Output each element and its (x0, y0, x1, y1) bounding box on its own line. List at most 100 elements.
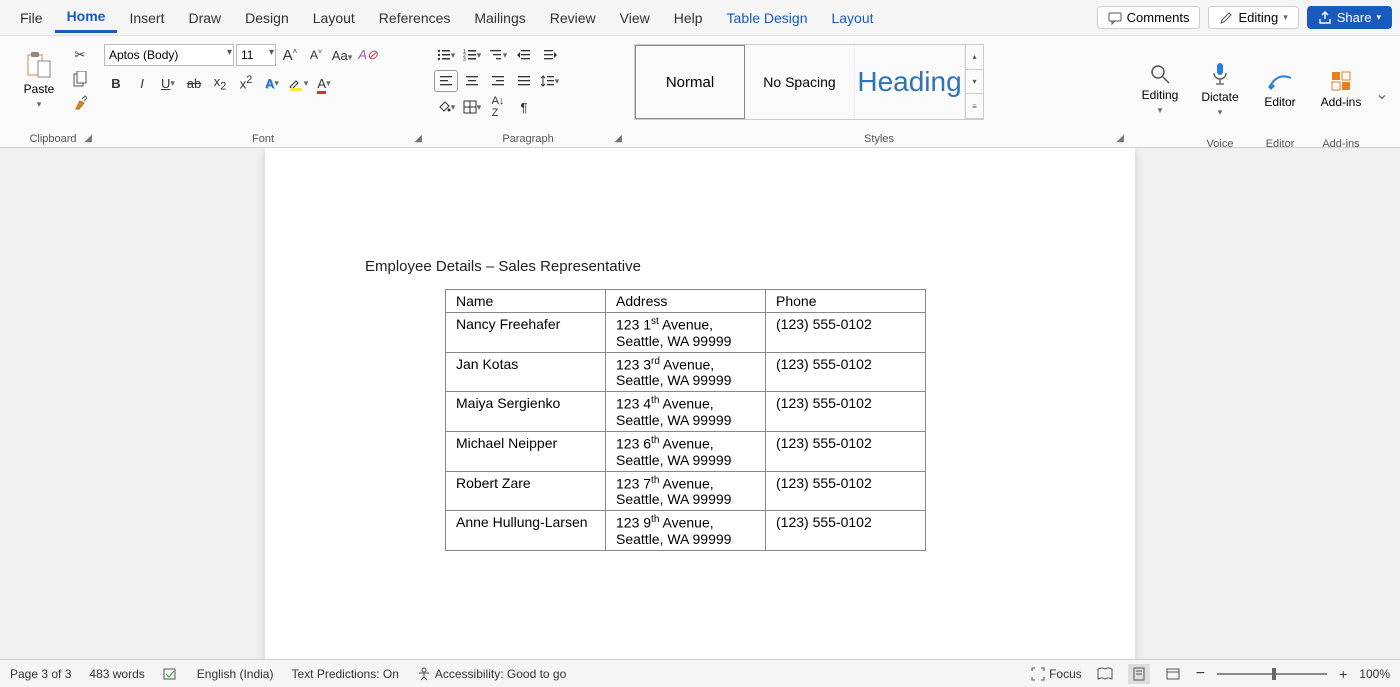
underline-button[interactable]: U▾ (156, 72, 180, 94)
increase-font-button[interactable]: A˄ (278, 44, 302, 66)
tab-layout-table[interactable]: Layout (819, 4, 885, 32)
collapse-ribbon-button[interactable]: ⌄ (1372, 84, 1392, 104)
gallery-up[interactable]: ▴ (966, 45, 983, 70)
cell-address[interactable]: 123 4th Avenue,Seattle, WA 99999 (606, 392, 766, 432)
word-count[interactable]: 483 words (89, 667, 144, 681)
editing-button[interactable]: Editing ▾ (1136, 44, 1184, 134)
tab-table-design[interactable]: Table Design (715, 4, 820, 32)
cell-address[interactable]: 123 7th Avenue,Seattle, WA 99999 (606, 471, 766, 511)
zoom-thumb[interactable] (1272, 668, 1276, 680)
tab-home[interactable]: Home (55, 2, 118, 33)
editing-mode-button[interactable]: Editing ▾ (1208, 6, 1298, 29)
cell-phone[interactable]: (123) 555-0102 (766, 511, 926, 551)
tab-mailings[interactable]: Mailings (462, 4, 537, 32)
italic-button[interactable]: I (130, 72, 154, 94)
document-area[interactable]: Employee Details – Sales Representative … (0, 148, 1400, 659)
dictate-button[interactable]: Dictate ▾ (1196, 44, 1244, 134)
superscript-button[interactable]: x2 (234, 72, 258, 94)
editor-button[interactable]: Editor (1256, 44, 1304, 134)
cell-address[interactable]: 123 1st Avenue,Seattle, WA 99999 (606, 313, 766, 353)
styles-launcher[interactable]: ◢ (1116, 133, 1124, 144)
tab-file[interactable]: File (8, 4, 55, 32)
text-predictions-indicator[interactable]: Text Predictions: On (291, 667, 398, 681)
cell-phone[interactable]: (123) 555-0102 (766, 352, 926, 392)
tab-references[interactable]: References (367, 4, 463, 32)
cell-phone[interactable]: (123) 555-0102 (766, 392, 926, 432)
font-name-input[interactable] (104, 44, 234, 66)
employee-table[interactable]: Name Address Phone Nancy Freehafer123 1s… (445, 289, 926, 551)
web-layout-button[interactable] (1162, 664, 1184, 684)
cell-address[interactable]: 123 6th Avenue,Seattle, WA 99999 (606, 431, 766, 471)
read-mode-button[interactable] (1094, 664, 1116, 684)
comments-button[interactable]: Comments (1097, 6, 1201, 29)
increase-indent-button[interactable] (538, 44, 562, 66)
show-marks-button[interactable]: ¶ (512, 96, 536, 118)
header-address[interactable]: Address (606, 290, 766, 313)
clear-formatting-button[interactable]: A⊘ (356, 44, 380, 66)
tab-insert[interactable]: Insert (117, 4, 176, 32)
language-indicator[interactable]: English (India) (197, 667, 274, 681)
tab-help[interactable]: Help (662, 4, 715, 32)
document-heading[interactable]: Employee Details – Sales Representative (365, 258, 1045, 275)
cell-name[interactable]: Michael Neipper (446, 431, 606, 471)
table-header-row[interactable]: Name Address Phone (446, 290, 926, 313)
table-row[interactable]: Nancy Freehafer123 1st Avenue,Seattle, W… (446, 313, 926, 353)
multilevel-list-button[interactable]: ▾ (486, 44, 510, 66)
table-row[interactable]: Anne Hullung-Larsen123 9th Avenue,Seattl… (446, 511, 926, 551)
clipboard-launcher[interactable]: ◢ (84, 133, 92, 144)
accessibility-indicator[interactable]: Accessibility: Good to go (417, 667, 566, 681)
header-name[interactable]: Name (446, 290, 606, 313)
zoom-out-button[interactable]: − (1196, 665, 1205, 683)
align-center-button[interactable] (460, 70, 484, 92)
zoom-level[interactable]: 100% (1359, 667, 1390, 681)
cell-name[interactable]: Robert Zare (446, 471, 606, 511)
format-painter-button[interactable] (68, 92, 92, 114)
tab-review[interactable]: Review (538, 4, 608, 32)
table-row[interactable]: Jan Kotas123 3rd Avenue,Seattle, WA 9999… (446, 352, 926, 392)
decrease-indent-button[interactable] (512, 44, 536, 66)
cell-phone[interactable]: (123) 555-0102 (766, 471, 926, 511)
spellcheck-icon[interactable] (163, 667, 179, 681)
font-launcher[interactable]: ◢ (414, 133, 422, 144)
tab-draw[interactable]: Draw (176, 4, 233, 32)
gallery-more[interactable]: ≡ (966, 94, 983, 119)
zoom-slider[interactable] (1217, 673, 1327, 675)
table-row[interactable]: Maiya Sergienko123 4th Avenue,Seattle, W… (446, 392, 926, 432)
numbering-button[interactable]: 123▾ (460, 44, 484, 66)
text-effects-button[interactable]: A▾ (260, 72, 284, 94)
style-normal[interactable]: Normal (635, 45, 745, 119)
document-page[interactable]: Employee Details – Sales Representative … (265, 148, 1135, 659)
change-case-button[interactable]: Aa▾ (330, 44, 354, 66)
subscript-button[interactable]: x2 (208, 72, 232, 94)
decrease-font-button[interactable]: A˅ (304, 44, 328, 66)
cell-name[interactable]: Maiya Sergienko (446, 392, 606, 432)
paste-button[interactable]: Paste ▾ (14, 44, 64, 116)
shading-button[interactable]: ▾ (434, 96, 458, 118)
sort-button[interactable]: A↓Z (486, 96, 510, 118)
gallery-down[interactable]: ▾ (966, 70, 983, 95)
cell-name[interactable]: Nancy Freehafer (446, 313, 606, 353)
table-row[interactable]: Michael Neipper123 6th Avenue,Seattle, W… (446, 431, 926, 471)
strikethrough-button[interactable]: ab (182, 72, 206, 94)
bold-button[interactable]: B (104, 72, 128, 94)
cell-phone[interactable]: (123) 555-0102 (766, 313, 926, 353)
cut-button[interactable]: ✂ (68, 44, 92, 66)
borders-button[interactable]: ▾ (460, 96, 484, 118)
copy-button[interactable] (68, 68, 92, 90)
line-spacing-button[interactable]: ▾ (538, 70, 562, 92)
addins-button[interactable]: Add-ins (1316, 44, 1366, 134)
print-layout-button[interactable] (1128, 664, 1150, 684)
page-indicator[interactable]: Page 3 of 3 (10, 667, 71, 681)
cell-name[interactable]: Anne Hullung-Larsen (446, 511, 606, 551)
focus-button[interactable]: Focus (1031, 667, 1082, 681)
cell-name[interactable]: Jan Kotas (446, 352, 606, 392)
tab-view[interactable]: View (608, 4, 662, 32)
style-no-spacing[interactable]: No Spacing (745, 45, 855, 119)
tab-design[interactable]: Design (233, 4, 301, 32)
cell-phone[interactable]: (123) 555-0102 (766, 431, 926, 471)
share-button[interactable]: Share ▾ (1307, 6, 1392, 29)
font-size-input[interactable] (236, 44, 276, 66)
zoom-in-button[interactable]: + (1339, 666, 1347, 682)
style-heading1[interactable]: Heading (855, 45, 965, 119)
highlight-button[interactable]: ▾ (286, 72, 310, 94)
